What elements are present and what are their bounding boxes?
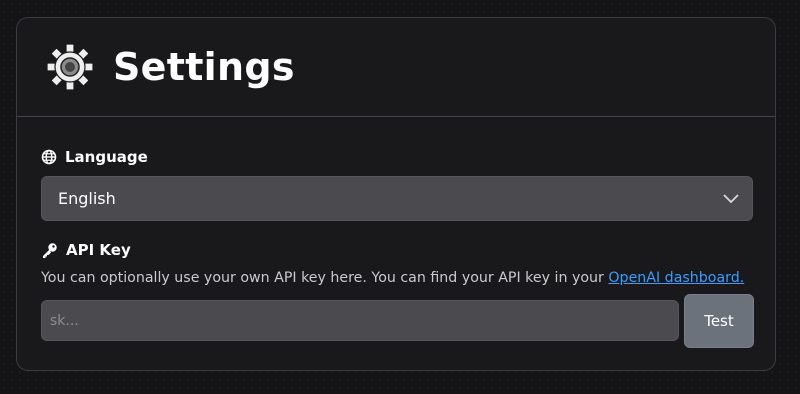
- globe-icon: [41, 149, 57, 165]
- api-key-label: API Key: [41, 241, 131, 259]
- chevron-down-icon: [723, 194, 739, 204]
- gear-icon: [46, 43, 94, 91]
- help-text: You can optionally use your own API key …: [41, 270, 609, 286]
- language-label: Language: [41, 148, 148, 166]
- panel-header: Settings: [17, 18, 775, 117]
- language-selected-value: English: [58, 189, 116, 208]
- test-button[interactable]: Test: [684, 294, 754, 348]
- key-icon: [43, 242, 57, 258]
- api-key-label-text: API Key: [66, 241, 131, 259]
- api-key-input[interactable]: [41, 300, 679, 341]
- openai-dashboard-link[interactable]: OpenAI dashboard.: [608, 270, 744, 286]
- settings-panel: Settings Language English API Key You ca…: [16, 17, 776, 371]
- page-title: Settings: [113, 45, 295, 89]
- language-label-text: Language: [65, 148, 148, 166]
- api-key-help-text: You can optionally use your own API key …: [41, 270, 744, 286]
- language-select[interactable]: English: [41, 176, 753, 221]
